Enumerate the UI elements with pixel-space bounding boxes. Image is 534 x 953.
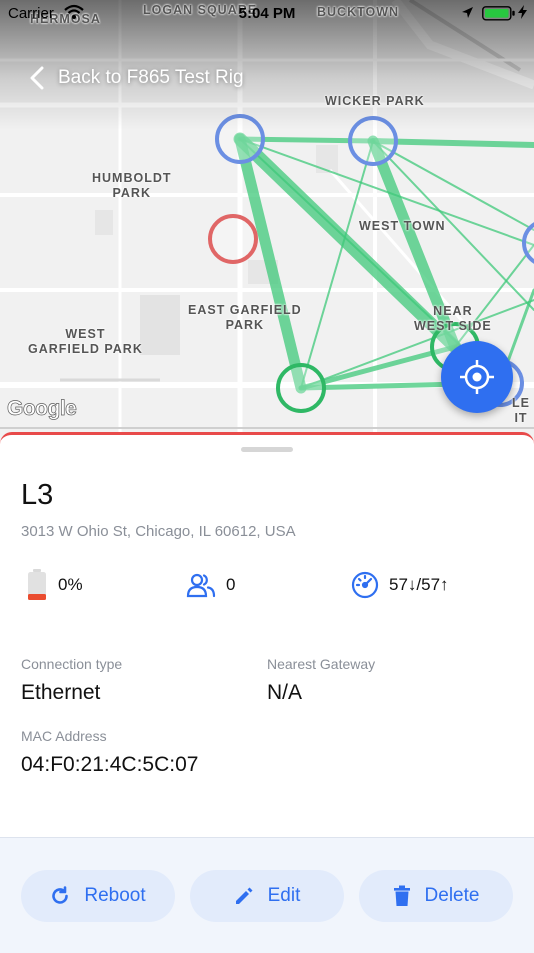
back-button[interactable]: Back to F865 Test Rig — [30, 62, 244, 94]
delete-button-label: Delete — [424, 885, 480, 906]
status-bar: Carrier 5:04 PM — [0, 0, 534, 26]
connection-type-value: Ethernet — [21, 681, 101, 704]
mesh-node-edge[interactable] — [522, 221, 534, 265]
crosshair-icon — [460, 360, 494, 394]
map-label-east-garfield-park: EAST GARFIELD PARK — [188, 303, 302, 332]
edit-button[interactable]: Edit — [190, 870, 344, 922]
mesh-node-online-1[interactable] — [276, 363, 326, 413]
clock: 5:04 PM — [238, 5, 296, 22]
map-label-partial: LE IT — [512, 396, 530, 425]
pencil-icon — [234, 886, 254, 906]
clients-stat: 0 — [186, 568, 235, 602]
speed-stat: 57↓/57↑ — [351, 568, 449, 602]
battery-icon — [482, 6, 516, 25]
nearest-gateway-value: N/A — [267, 681, 303, 704]
users-icon — [186, 572, 216, 598]
nearest-gateway-label: Nearest Gateway — [267, 656, 376, 672]
map-label-west-town: WEST TOWN — [359, 219, 446, 233]
trash-icon — [393, 885, 411, 907]
mac-address-value: 04:F0:21:4C:5C:07 — [21, 753, 199, 776]
clients-value: 0 — [226, 575, 236, 594]
reboot-button-label: Reboot — [84, 885, 146, 906]
device-detail-sheet: L3 3013 W Ohio St, Chicago, IL 60612, US… — [0, 432, 534, 953]
edit-button-label: Edit — [267, 885, 301, 906]
google-logo: Google — [7, 397, 78, 421]
speedometer-icon — [351, 571, 379, 599]
chevron-left-icon — [30, 66, 44, 90]
mac-address-label: MAC Address — [21, 728, 107, 744]
map-label-wicker-park: WICKER PARK — [325, 94, 425, 108]
device-name: L3 — [21, 479, 54, 511]
device-address: 3013 W Ohio St, Chicago, IL 60612, USA — [21, 523, 296, 540]
speed-value: 57↓/57↑ — [389, 575, 449, 594]
action-bar: Reboot Edit Delete — [0, 837, 534, 953]
mesh-node-offline[interactable] — [208, 214, 258, 264]
reboot-button[interactable]: Reboot — [21, 870, 175, 922]
map-label-near-west-side: NEAR WEST SIDE — [414, 304, 492, 333]
charging-icon — [518, 5, 527, 23]
battery-stat: 0% — [26, 568, 83, 602]
battery-value: 0% — [58, 575, 83, 594]
map-label-humboldt-park: HUMBOLDT PARK — [92, 171, 172, 200]
location-arrow-icon — [461, 6, 474, 23]
delete-button[interactable]: Delete — [359, 870, 513, 922]
map-label-west-garfield-park: WEST GARFIELD PARK — [28, 327, 143, 356]
sheet-drag-handle[interactable] — [241, 447, 293, 452]
refresh-icon — [50, 886, 70, 906]
battery-level-icon — [26, 569, 48, 601]
back-button-label: Back to F865 Test Rig — [58, 67, 244, 88]
my-location-button[interactable] — [441, 341, 513, 413]
connection-type-label: Connection type — [21, 656, 123, 672]
